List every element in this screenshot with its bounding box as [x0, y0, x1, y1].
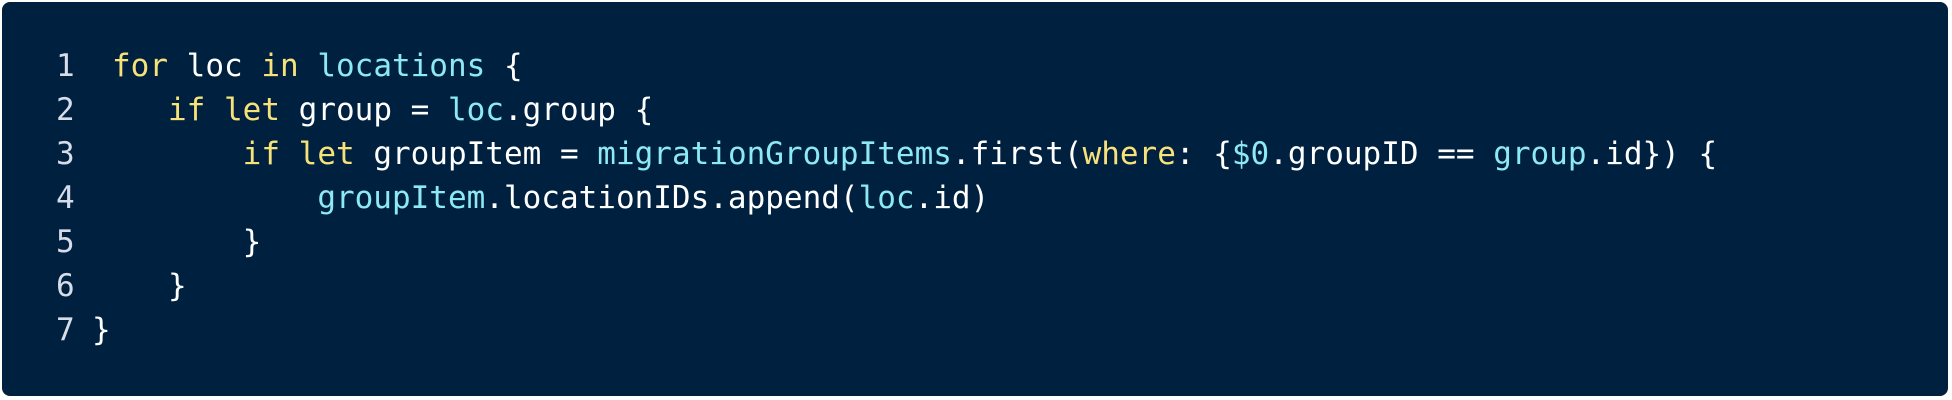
line-number: 7	[56, 312, 75, 348]
identifier-token: loc	[858, 180, 915, 216]
keyword-token: let	[298, 136, 355, 172]
line-number: 5	[56, 224, 75, 260]
line-number: 2	[56, 92, 75, 128]
text-token: .group {	[503, 92, 654, 128]
keyword-token: let	[224, 92, 280, 128]
keyword-token: for	[112, 48, 168, 84]
keyword-token: in	[261, 48, 299, 84]
text-token: .locationIDs.append(	[485, 180, 859, 216]
identifier-token: group	[1493, 136, 1587, 172]
text-token: : {	[1175, 136, 1232, 172]
identifier-token: loc	[447, 92, 504, 128]
line-number: 6	[56, 268, 75, 304]
text-token: }	[92, 312, 111, 348]
identifier-token: groupItem	[317, 180, 486, 216]
identifier-token: locations	[317, 48, 486, 84]
text-token: group =	[280, 92, 448, 128]
text-token: .first(	[951, 136, 1083, 172]
text-token: loc	[168, 48, 262, 84]
identifier-token: migrationGroupItems	[597, 136, 952, 172]
text-token: .groupID ==	[1269, 136, 1494, 172]
text-token: .id}) {	[1586, 136, 1718, 172]
text-token: }	[112, 268, 187, 304]
keyword-token: if	[168, 92, 206, 128]
line-source: }	[112, 220, 262, 264]
line-number: 1	[56, 48, 75, 84]
line-source: if let group = loc.group {	[112, 88, 653, 132]
text-token: groupItem =	[354, 136, 598, 172]
line-source: groupItem.locationIDs.append(loc.id)	[112, 176, 989, 220]
line-number: 4	[56, 180, 75, 216]
text-token: {	[485, 48, 523, 84]
keyword-token: if	[242, 136, 280, 172]
identifier-token: $0	[1231, 136, 1270, 172]
text-token: .id)	[914, 180, 990, 216]
text-token: }	[112, 224, 262, 260]
line-source: for loc in locations {	[112, 44, 523, 88]
line-source: if let groupItem = migrationGroupItems.f…	[112, 132, 1718, 176]
line-source: }	[92, 308, 111, 352]
keyword-token: where	[1082, 136, 1176, 172]
line-number: 3	[56, 136, 75, 172]
line-source: }	[112, 264, 187, 308]
code-block: 1 for loc in locations {2 if let group = …	[2, 2, 1948, 396]
